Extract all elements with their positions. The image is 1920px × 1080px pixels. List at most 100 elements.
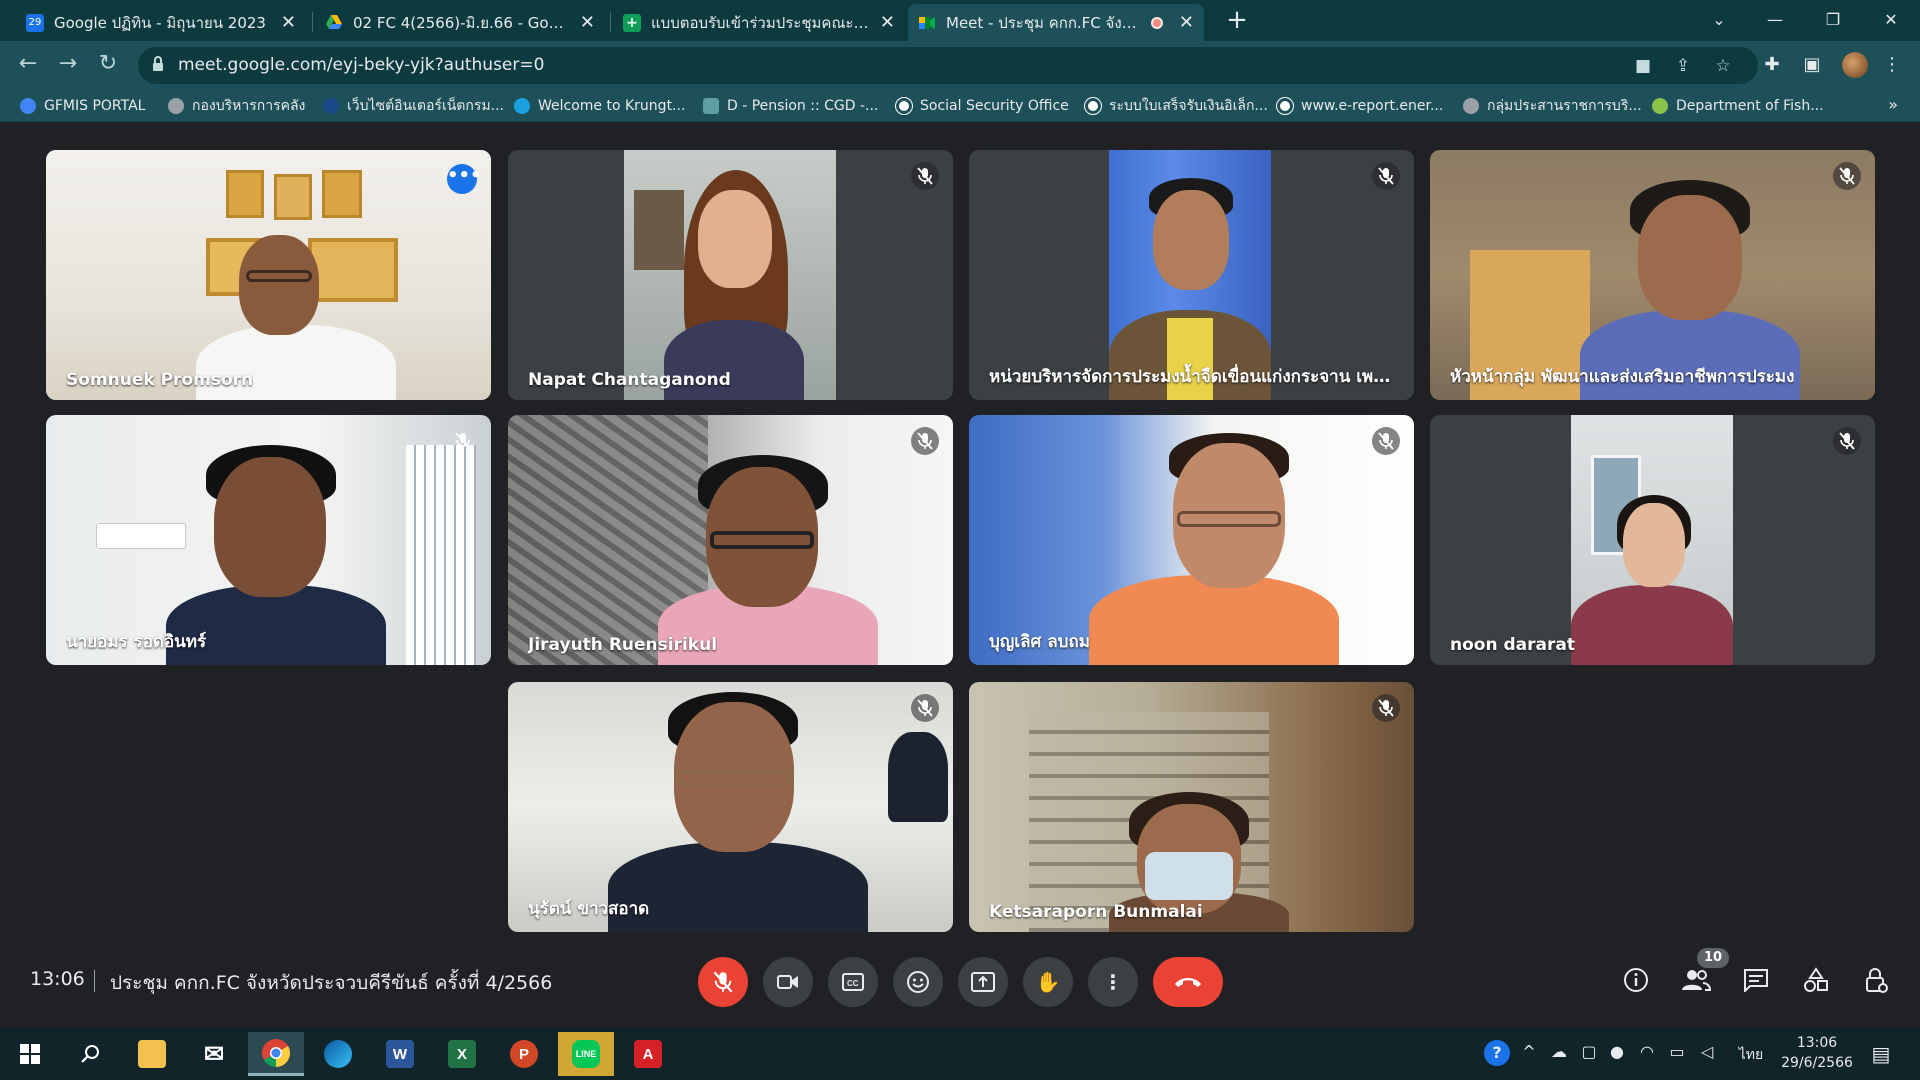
chat-icon[interactable] <box>1740 964 1772 996</box>
input-language-indicator[interactable]: ไทย <box>1733 1044 1769 1066</box>
windows-start-button[interactable] <box>2 1032 58 1076</box>
taskbar-search-button[interactable] <box>62 1032 118 1076</box>
new-tab-button[interactable]: + <box>1222 6 1252 36</box>
close-icon[interactable]: ✕ <box>1179 12 1194 33</box>
bookmark-item[interactable]: GFMIS PORTAL <box>20 96 145 116</box>
restore-button[interactable]: ❐ <box>1810 0 1856 41</box>
bookmarks-overflow-chevron-icon[interactable]: » <box>1888 95 1898 114</box>
bookmark-item[interactable]: เว็บไซต์อินเตอร์เน็ตกรม... <box>323 96 504 116</box>
participant-tile[interactable]: noon dararat <box>1430 415 1875 665</box>
forward-arrow-icon[interactable]: → <box>52 49 84 81</box>
taskbar-date[interactable]: 29/6/2566 <box>1776 1055 1858 1071</box>
menu-kebab-icon[interactable]: ⋮ <box>1880 53 1904 77</box>
participant-tile[interactable]: บุญเลิศ ลบถม <box>969 415 1414 665</box>
glasses <box>1177 511 1281 527</box>
taskbar-file-explorer[interactable] <box>124 1032 180 1076</box>
windows-logo-icon <box>20 1044 40 1064</box>
taskbar-clock[interactable]: 13:06 <box>1776 1035 1858 1051</box>
participant-tile[interactable]: ••• Somnuek Promsorn <box>46 150 491 400</box>
bookmark-item[interactable]: Department of Fish... <box>1652 96 1824 116</box>
taskbar-word[interactable]: W <box>372 1032 428 1076</box>
close-icon[interactable]: ✕ <box>880 12 895 33</box>
tab-drive[interactable]: 02 FC 4(2566)-มิ.ย.66 - Google ไดรฟ์ ✕ <box>315 4 605 41</box>
participant-tile[interactable]: นุรัตน์ ขาวสอาด <box>508 682 953 932</box>
more-options-button[interactable]: ••• <box>447 164 482 194</box>
taskbar-excel[interactable]: X <box>434 1032 490 1076</box>
raise-hand-button[interactable]: ✋ <box>1023 957 1073 1007</box>
camera-icon[interactable]: ■ <box>1632 55 1654 77</box>
tray-chevron-up-icon[interactable]: ^ <box>1518 1042 1540 1061</box>
mic-toggle-button[interactable] <box>698 957 748 1007</box>
wall-frame <box>226 170 264 218</box>
tab-forms[interactable]: + แบบตอบรับเข้าร่วมประชุมคณะกรรมการ ✕ <box>613 4 905 41</box>
participant-video <box>624 150 836 400</box>
onedrive-cloud-icon[interactable]: ☁ <box>1548 1042 1570 1061</box>
bookmark-item[interactable]: www.e-report.ener... <box>1277 96 1443 116</box>
share-icon[interactable]: ⇪ <box>1672 55 1694 77</box>
reload-icon[interactable]: ↻ <box>92 49 124 81</box>
taskbar-mail[interactable]: ✉ <box>186 1032 242 1076</box>
close-icon[interactable]: ✕ <box>281 12 296 33</box>
mic-off-icon <box>1372 427 1400 455</box>
window-close-button[interactable]: ✕ <box>1868 0 1914 41</box>
bookmark-item[interactable]: กลุ่มประสานราชการบริ... <box>1463 96 1642 116</box>
taskbar-line[interactable]: LINE <box>558 1032 614 1076</box>
participant-name: นุรัตน์ ขาวสอาด <box>528 899 650 919</box>
search-icon <box>81 1045 99 1063</box>
participant-tile[interactable]: Jirayuth Ruensirikul <box>508 415 953 665</box>
people-icon[interactable] <box>1680 964 1712 996</box>
participant-tile[interactable]: หัวหน้ากลุ่ม พัฒนาและส่งเสริมอาชีพการประ… <box>1430 150 1875 400</box>
reactions-button[interactable] <box>893 957 943 1007</box>
participant-tile[interactable]: นายอมร รอดอินทร์ <box>46 415 491 665</box>
present-screen-button[interactable] <box>958 957 1008 1007</box>
url-text[interactable]: meet.google.com/eyj-beky-yjk?authuser=0 <box>178 55 544 75</box>
participant-tile[interactable]: หน่วยบริหารจัดการประมงน้ำจืดเขื่อนแก่งกร… <box>969 150 1414 400</box>
taskbar-powerpoint[interactable]: P <box>496 1032 552 1076</box>
captions-button[interactable]: CC <box>828 957 878 1007</box>
back-arrow-icon[interactable]: ← <box>12 49 44 81</box>
tab-meet[interactable]: Meet - ประชุม คกก.FC จังหวัดประจวบ ✕ <box>908 4 1204 41</box>
side-panel-icon[interactable]: ▣ <box>1800 53 1824 77</box>
taskbar-acrobat[interactable]: A <box>620 1032 676 1076</box>
microphone-icon[interactable]: ● <box>1606 1042 1628 1061</box>
host-controls-lock-icon[interactable] <box>1860 964 1892 996</box>
wifi-icon[interactable]: ◠ <box>1636 1042 1658 1061</box>
minimize-button[interactable]: — <box>1752 0 1798 41</box>
camera-toggle-button[interactable] <box>763 957 813 1007</box>
meeting-title: ประชุม คกก.FC จังหวัดประจวบคีรีขันธ์ ครั… <box>110 972 553 994</box>
address-bar[interactable]: meet.google.com/eyj-beky-yjk?authuser=0 … <box>138 47 1758 84</box>
tab-search-chevron-icon[interactable]: ⌄ <box>1696 0 1742 41</box>
hanging-cap <box>888 732 948 822</box>
powerpoint-icon: P <box>510 1040 538 1068</box>
participant-tile[interactable]: Ketsaraporn Bunmalai <box>969 682 1414 932</box>
notifications-icon[interactable]: ▤ <box>1870 1042 1892 1066</box>
leave-call-button[interactable] <box>1153 957 1223 1007</box>
video-camera-icon <box>777 975 798 989</box>
battery-icon[interactable]: ▭ <box>1666 1042 1688 1061</box>
bookmark-item[interactable]: Social Security Office <box>896 96 1069 116</box>
participant-name: Ketsaraporn Bunmalai <box>989 902 1203 922</box>
bookmark-item[interactable]: ระบบใบเสร็จรับเงินอิเล็ก... <box>1085 96 1268 116</box>
bookmark-item[interactable]: D - Pension :: CGD -... <box>703 96 878 116</box>
taskbar-chrome[interactable] <box>248 1032 304 1076</box>
taskbar-edge[interactable] <box>310 1032 366 1076</box>
participant-tile[interactable]: Napat Chantaganond <box>508 150 953 400</box>
bookmark-label: Department of Fish... <box>1676 98 1824 114</box>
bookmark-item[interactable]: กองบริหารการคลัง <box>168 96 305 116</box>
close-icon[interactable]: ✕ <box>580 12 595 33</box>
bookmark-item[interactable]: Welcome to Krungt... <box>514 96 685 116</box>
bookmarks-bar: GFMIS PORTAL กองบริหารการคลัง เว็บไซต์อิ… <box>0 90 1920 122</box>
meeting-details-info-icon[interactable] <box>1620 964 1652 996</box>
bookmark-label: GFMIS PORTAL <box>44 98 146 114</box>
bookmark-label: D - Pension :: CGD -... <box>727 98 879 114</box>
person-body <box>1571 585 1733 665</box>
more-options-button[interactable]: ⋮ <box>1088 957 1138 1007</box>
device-icon[interactable]: ▢ <box>1578 1042 1600 1061</box>
activities-icon[interactable] <box>1800 964 1832 996</box>
tab-calendar[interactable]: 29 Google ปฏิทิน - มิถุนายน 2023 ✕ <box>16 4 306 41</box>
star-icon[interactable]: ☆ <box>1712 55 1734 77</box>
extensions-icon[interactable]: ✚ <box>1760 53 1784 77</box>
help-question-icon[interactable]: ? <box>1484 1040 1510 1066</box>
profile-avatar[interactable] <box>1842 52 1868 78</box>
volume-icon[interactable]: ◁ <box>1696 1042 1718 1061</box>
